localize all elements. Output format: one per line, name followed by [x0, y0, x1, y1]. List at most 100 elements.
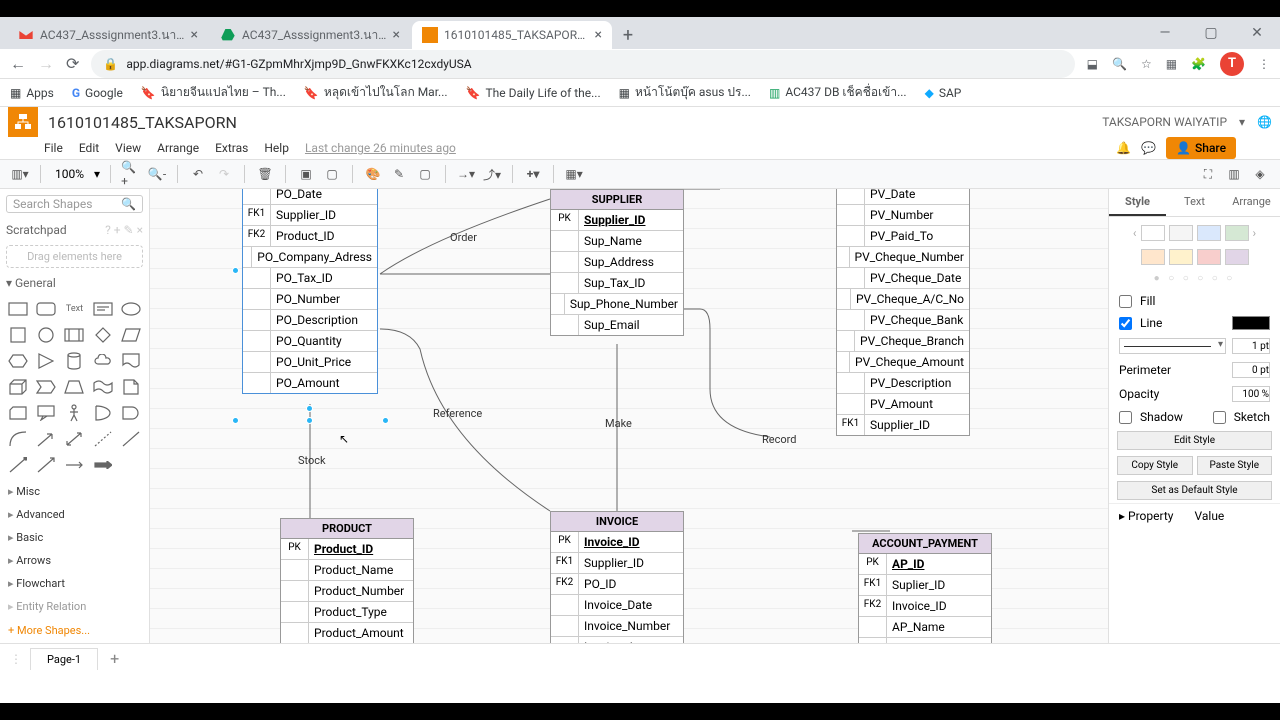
entity-ap[interactable]: ACCOUNT_PAYMENTPKAP_IDFK1Suplier_IDFK2In…: [858, 533, 992, 643]
menu-help[interactable]: Help: [264, 141, 289, 155]
entity-header[interactable]: ACCOUNT_PAYMENT: [859, 534, 991, 554]
opacity-input[interactable]: [1232, 386, 1270, 402]
entity-row[interactable]: FK1Suplier_ID: [859, 575, 991, 596]
entity-row[interactable]: Product_Amount: [281, 623, 413, 643]
entity-row[interactable]: FK2PO_ID: [551, 574, 683, 595]
tab-arrange[interactable]: Arrange: [1223, 189, 1280, 216]
swatch[interactable]: [1225, 225, 1249, 241]
shape-text[interactable]: Text: [62, 298, 86, 320]
shape-document[interactable]: [119, 350, 143, 372]
minimize-button[interactable]: —: [1142, 17, 1188, 49]
entity-row[interactable]: FK1Supplier_ID: [243, 205, 377, 226]
entity-row[interactable]: PO_Description: [243, 310, 377, 331]
entity-header[interactable]: SUPPLIER: [551, 190, 683, 210]
entity-row[interactable]: PV_Cheque_Amount: [837, 352, 969, 373]
edge-label-stock[interactable]: Stock: [298, 454, 326, 467]
scratchpad-drop[interactable]: Drag elements here: [6, 245, 143, 268]
more-shapes-button[interactable]: + More Shapes...: [0, 618, 149, 643]
entity-row[interactable]: PV_Description: [837, 373, 969, 394]
line-width-input[interactable]: [1232, 338, 1270, 354]
entity-row[interactable]: PKInvoice_ID: [551, 532, 683, 553]
general-header[interactable]: ▾ General: [0, 272, 149, 294]
shape-link[interactable]: [62, 454, 86, 476]
bookmark[interactable]: 🔖นิยายจีนแปลไทย – Th...: [141, 83, 286, 102]
scratchpad-header[interactable]: Scratchpad? + ✎ ×: [0, 219, 149, 241]
line-checkbox[interactable]: [1119, 317, 1132, 330]
swatch[interactable]: [1225, 249, 1249, 265]
drawio-logo[interactable]: [8, 107, 38, 137]
category-basic[interactable]: Basic: [0, 526, 149, 549]
zoom-out[interactable]: 🔍-: [147, 164, 167, 184]
entity-row[interactable]: PV_Cheque_Branch: [837, 331, 969, 352]
shape-circle[interactable]: [34, 324, 58, 346]
entity-row[interactable]: FK2Invoice_ID: [859, 596, 991, 617]
share-button[interactable]: 👤Share: [1166, 137, 1236, 159]
shape-and[interactable]: [119, 402, 143, 424]
entity-po[interactable]: PO_DateFK1Supplier_IDFK2Product_IDPO_Com…: [242, 189, 378, 394]
shape-tape[interactable]: [91, 376, 115, 398]
shape-rect[interactable]: [6, 298, 30, 320]
entity-row[interactable]: PV_Amount: [837, 394, 969, 415]
url-input[interactable]: 🔒 app.diagrams.net/#G1-GZpmMhrXjmp9D_Gnw…: [91, 50, 1074, 78]
shape-process[interactable]: [62, 324, 86, 346]
shape-or[interactable]: [91, 402, 115, 424]
entity-row[interactable]: PO_Quantity: [243, 331, 377, 352]
shape-cylinder[interactable]: [62, 350, 86, 372]
entity-row[interactable]: Sup_Name: [551, 231, 683, 252]
swatch[interactable]: [1169, 249, 1193, 265]
menu-extras[interactable]: Extras: [215, 141, 248, 155]
tab-text[interactable]: Text: [1166, 189, 1223, 216]
shape-curve[interactable]: [6, 428, 30, 450]
entity-invoice[interactable]: INVOICEPKInvoice_IDFK1Supplier_IDFK2PO_I…: [550, 511, 684, 643]
table-button[interactable]: ▦▾: [564, 164, 584, 184]
shape-note[interactable]: [119, 376, 143, 398]
fullscreen-icon[interactable]: ⛶: [1198, 164, 1218, 184]
entity-row[interactable]: PKProduct_ID: [281, 539, 413, 560]
globe-icon[interactable]: 🌐: [1257, 115, 1272, 129]
to-back[interactable]: ▢: [322, 164, 342, 184]
document-title[interactable]: 1610101485_TAKSAPORN: [48, 113, 237, 132]
extensions-icon[interactable]: 🧩: [1191, 57, 1206, 71]
maximize-button[interactable]: ▢: [1188, 17, 1234, 49]
shape-parallelogram[interactable]: [119, 324, 143, 346]
zoom-select[interactable]: 100%: [51, 165, 88, 183]
entity-row[interactable]: PKSupplier_ID: [551, 210, 683, 231]
entity-row[interactable]: FK1Supplier_ID: [837, 415, 969, 435]
dropdown-icon[interactable]: ▾: [1239, 115, 1245, 129]
waypoint[interactable]: ⤴▾: [482, 164, 502, 184]
bookmark[interactable]: ▦หน้าโน้ตบุ๊ค asus ปร...: [619, 83, 751, 102]
perimeter-input[interactable]: [1232, 362, 1270, 378]
swatch[interactable]: [1169, 225, 1193, 241]
install-icon[interactable]: ⬓: [1087, 57, 1098, 71]
last-change[interactable]: Last change 26 minutes ago: [305, 141, 456, 155]
comment-icon[interactable]: 💬: [1141, 141, 1156, 155]
bookmark-apps[interactable]: ▦Apps: [10, 86, 54, 100]
close-icon[interactable]: ×: [393, 27, 400, 43]
entity-header[interactable]: INVOICE: [551, 512, 683, 532]
browser-tab[interactable]: AC437_Asssignment3.นาย - Invit ×: [8, 21, 208, 49]
swatch[interactable]: [1197, 225, 1221, 241]
entity-row[interactable]: Invoice_Date: [551, 595, 683, 616]
next-swatches[interactable]: ›: [1253, 226, 1257, 240]
bookmark[interactable]: 🔖The Daily Life of the...: [466, 86, 601, 100]
add-button[interactable]: +▾: [523, 164, 543, 184]
entity-row[interactable]: PV_Cheque_Bank: [837, 310, 969, 331]
canvas[interactable]: Order Reference Stock Make Record PO_Dat…: [150, 189, 1108, 643]
paste-style-button[interactable]: Paste Style: [1197, 456, 1273, 475]
entity-row[interactable]: PV_Cheque_Number: [837, 247, 969, 268]
entity-pv[interactable]: PV_DatePV_NumberPV_Paid_ToPV_Cheque_Numb…: [836, 189, 970, 436]
copy-style-button[interactable]: Copy Style: [1117, 456, 1193, 475]
search-shapes-input[interactable]: Search Shapes🔍: [6, 195, 143, 213]
bookmark[interactable]: GGoogle: [72, 86, 123, 100]
edge-label-reference[interactable]: Reference: [433, 407, 482, 420]
shape-trapezoid[interactable]: [62, 376, 86, 398]
shape-ellipse[interactable]: [119, 298, 143, 320]
format-icon[interactable]: ▥: [1224, 164, 1244, 184]
entity-row[interactable]: Sup_Tax_ID: [551, 273, 683, 294]
shape-line[interactable]: [119, 428, 143, 450]
connection[interactable]: →▾: [456, 164, 476, 184]
close-icon[interactable]: ×: [595, 27, 602, 43]
line-color-box[interactable]: [1232, 316, 1270, 330]
zoom-icon[interactable]: 🔍: [1112, 57, 1127, 71]
page-tab[interactable]: Page-1: [30, 648, 98, 670]
